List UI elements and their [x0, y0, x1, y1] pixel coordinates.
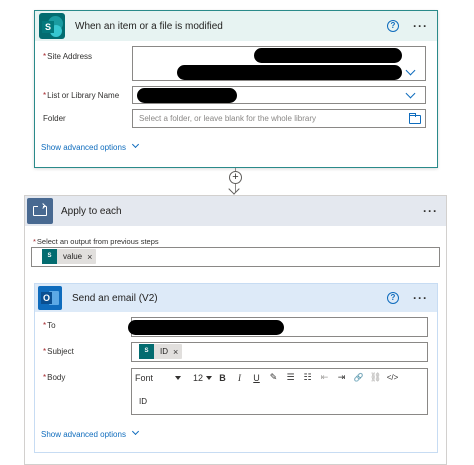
trigger-card: S When an item or a file is modified ? ·… — [34, 10, 438, 168]
remove-token-icon[interactable]: × — [87, 252, 92, 262]
subject-input[interactable]: S ID × — [131, 342, 428, 362]
outlook-logo-icon: O — [38, 286, 62, 310]
redacted-value — [177, 65, 402, 80]
highlight-pen-icon[interactable]: ✎ — [265, 372, 282, 383]
site-address-label: *Site Address — [43, 52, 93, 61]
more-options-icon[interactable]: ··· — [413, 292, 428, 304]
font-size-select[interactable]: 12 — [193, 373, 203, 383]
apply-to-each-header[interactable]: Apply to each ··· — [25, 196, 446, 226]
font-family-select[interactable]: Font — [135, 373, 175, 383]
folder-input[interactable]: Select a folder, or leave blank for the … — [132, 109, 426, 128]
select-output-input[interactable]: S value × — [31, 247, 440, 267]
select-output-label: *Select an output from previous steps — [33, 237, 159, 246]
sharepoint-token-icon: S — [139, 344, 154, 359]
decrease-indent-icon[interactable]: ⇤ — [316, 372, 333, 383]
show-advanced-options-link[interactable]: Show advanced options — [41, 143, 126, 152]
folder-placeholder: Select a folder, or leave blank for the … — [139, 114, 316, 123]
italic-button[interactable]: I — [231, 373, 248, 383]
help-icon[interactable]: ? — [387, 292, 399, 304]
chevron-down-icon[interactable] — [131, 140, 140, 149]
send-email-card: O Send an email (V2) ? ··· *To *Subject … — [34, 283, 438, 453]
underline-button[interactable]: U — [248, 373, 265, 383]
body-label: *Body — [43, 373, 66, 382]
help-icon[interactable]: ? — [387, 20, 399, 32]
site-address-input[interactable] — [132, 46, 426, 81]
trigger-title: When an item or a file is modified — [75, 20, 223, 32]
rich-text-toolbar: Font 12 B I U ✎ ☰ ☷ ⇤ ⇥ 🔗 ⛓ </> — [131, 370, 428, 385]
sharepoint-logo-icon: S — [39, 13, 65, 39]
body-content[interactable]: ID — [139, 397, 147, 406]
to-label: *To — [43, 321, 56, 330]
list-library-label: *List or Library Name — [43, 91, 120, 100]
increase-indent-icon[interactable]: ⇥ — [333, 372, 350, 383]
remove-link-icon[interactable]: ⛓ — [367, 372, 384, 383]
bold-button[interactable]: B — [214, 373, 231, 383]
token-label: ID — [160, 347, 168, 356]
send-email-header[interactable]: O Send an email (V2) ? ··· — [35, 284, 437, 312]
send-email-title: Send an email (V2) — [72, 292, 158, 304]
arrow-down-icon — [228, 183, 240, 195]
more-options-icon[interactable]: ··· — [423, 205, 438, 217]
chevron-down-icon[interactable] — [405, 65, 416, 76]
trigger-header[interactable]: S When an item or a file is modified ? ·… — [35, 11, 437, 41]
folder-label: Folder — [43, 114, 66, 123]
more-options-icon[interactable]: ··· — [413, 20, 428, 32]
chevron-down-icon[interactable] — [175, 375, 181, 380]
redacted-value — [254, 48, 402, 63]
show-advanced-options-link[interactable]: Show advanced options — [41, 430, 126, 439]
sharepoint-token-icon: S — [42, 249, 57, 264]
bulleted-list-icon[interactable]: ☰ — [282, 372, 299, 383]
chevron-down-icon[interactable] — [131, 427, 140, 436]
to-input[interactable] — [128, 317, 428, 337]
numbered-list-icon[interactable]: ☷ — [299, 372, 316, 383]
token-label: value — [63, 252, 83, 261]
insert-link-icon[interactable]: 🔗 — [350, 373, 367, 382]
list-library-input[interactable] — [132, 86, 426, 104]
remove-token-icon[interactable]: × — [173, 347, 178, 357]
chevron-down-icon[interactable] — [405, 88, 416, 99]
code-view-icon[interactable]: </> — [384, 373, 401, 382]
value-token[interactable]: S value × — [42, 249, 97, 264]
subject-label: *Subject — [43, 347, 74, 356]
redacted-value — [137, 88, 237, 103]
apply-to-each-title: Apply to each — [61, 205, 122, 217]
id-token[interactable]: S ID × — [139, 344, 183, 359]
add-step-plus-icon[interactable]: + — [229, 171, 242, 184]
chevron-down-icon[interactable] — [206, 375, 213, 380]
redacted-value — [128, 320, 284, 335]
loop-icon — [27, 198, 53, 224]
folder-icon[interactable] — [409, 113, 421, 124]
